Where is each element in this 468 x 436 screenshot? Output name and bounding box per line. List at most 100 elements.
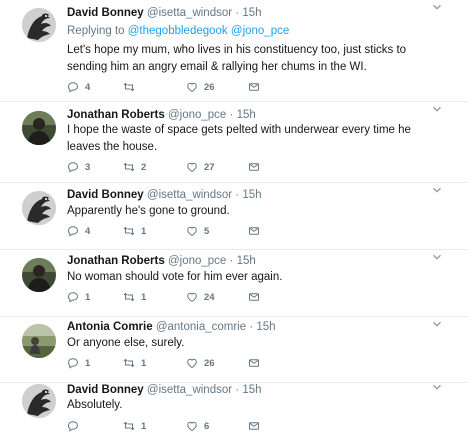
author-handle[interactable]: @isetta_windsor bbox=[147, 189, 232, 201]
reply-icon bbox=[67, 420, 79, 432]
reply-icon bbox=[67, 291, 79, 303]
heart-icon bbox=[186, 225, 198, 237]
avatar[interactable] bbox=[22, 384, 56, 418]
reply-icon bbox=[67, 81, 79, 93]
tweet-text: Apparently he's gone to ground. bbox=[67, 205, 230, 217]
author-name[interactable]: Jonathan Roberts bbox=[67, 255, 165, 267]
tweet-header: David Bonney @isetta_windsor · 15h bbox=[67, 188, 428, 203]
tweet-header: Jonathan Roberts @jono_pce · 15h bbox=[67, 108, 428, 123]
retweet-count: 2 bbox=[141, 161, 147, 173]
envelope-icon bbox=[248, 291, 260, 303]
separator-dot: · bbox=[235, 384, 240, 396]
retweet-button[interactable] bbox=[123, 80, 141, 94]
timestamp[interactable]: 15h bbox=[242, 7, 261, 19]
retweet-button[interactable]: 1 bbox=[123, 224, 146, 238]
reply-button[interactable]: 3 bbox=[67, 160, 90, 174]
avatar[interactable] bbox=[22, 111, 56, 145]
avatar[interactable] bbox=[22, 8, 56, 42]
reply-button[interactable]: 4 bbox=[67, 224, 90, 238]
direct-message-button[interactable] bbox=[248, 419, 260, 433]
avatar[interactable] bbox=[22, 324, 56, 358]
reply-button[interactable] bbox=[67, 419, 85, 433]
separator-dot: · bbox=[235, 7, 240, 19]
timestamp[interactable]: 15h bbox=[237, 255, 256, 267]
reply-count: 3 bbox=[85, 161, 91, 173]
tweet-actions: 3 2 27 bbox=[67, 160, 287, 174]
tweet-text: Absolutely. bbox=[67, 399, 123, 411]
retweet-button[interactable]: 1 bbox=[123, 419, 146, 433]
envelope-icon bbox=[248, 161, 260, 173]
retweet-icon bbox=[123, 420, 135, 432]
retweet-count: 1 bbox=[141, 420, 147, 432]
chevron-down-icon[interactable] bbox=[432, 252, 442, 262]
author-name[interactable]: David Bonney bbox=[67, 384, 144, 396]
like-button[interactable]: 24 bbox=[186, 290, 215, 304]
direct-message-button[interactable] bbox=[248, 290, 260, 304]
direct-message-button[interactable] bbox=[248, 160, 260, 174]
like-count: 27 bbox=[204, 161, 215, 173]
retweet-count: 1 bbox=[141, 225, 147, 237]
author-name[interactable]: Jonathan Roberts bbox=[67, 109, 165, 121]
author-handle[interactable]: @isetta_windsor bbox=[147, 7, 232, 19]
chevron-down-icon[interactable] bbox=[432, 185, 442, 195]
tweet-text: Or anyone else, surely. bbox=[67, 337, 185, 349]
author-handle[interactable]: @antonia_comrie bbox=[156, 321, 246, 333]
like-button[interactable]: 5 bbox=[186, 224, 209, 238]
separator-dot: · bbox=[229, 109, 234, 121]
avatar[interactable] bbox=[22, 258, 56, 292]
author-name[interactable]: Antonia Comrie bbox=[67, 321, 153, 333]
avatar[interactable] bbox=[22, 191, 56, 225]
like-button[interactable]: 6 bbox=[186, 419, 209, 433]
direct-message-button[interactable] bbox=[248, 80, 260, 94]
retweet-icon bbox=[123, 81, 135, 93]
like-button[interactable]: 26 bbox=[186, 356, 215, 370]
tweet[interactable]: David Bonney @isetta_windsor · 15h Absol… bbox=[0, 383, 468, 436]
like-button[interactable]: 26 bbox=[186, 80, 215, 94]
reply-button[interactable]: 1 bbox=[67, 356, 90, 370]
heart-icon bbox=[186, 357, 198, 369]
mention-link[interactable]: @jono_pce bbox=[231, 25, 289, 37]
tweet[interactable]: Jonathan Roberts @jono_pce · 15h No woma… bbox=[0, 250, 468, 316]
tweet[interactable]: David Bonney @isetta_windsor · 15h Appar… bbox=[0, 183, 468, 249]
timestamp[interactable]: 15h bbox=[256, 321, 275, 333]
retweet-count: 1 bbox=[141, 357, 147, 369]
author-name[interactable]: David Bonney bbox=[67, 189, 144, 201]
chevron-down-icon[interactable] bbox=[432, 319, 442, 329]
reply-count: 4 bbox=[85, 81, 91, 93]
author-handle[interactable]: @jono_pce bbox=[168, 109, 226, 121]
timestamp[interactable]: 15h bbox=[237, 109, 256, 121]
tweet[interactable]: David Bonney @isetta_windsor · 15h Reply… bbox=[0, 0, 468, 101]
envelope-icon bbox=[248, 225, 260, 237]
tweet-actions: 1 1 24 bbox=[67, 290, 287, 304]
like-count: 26 bbox=[204, 357, 215, 369]
retweet-button[interactable]: 1 bbox=[123, 290, 146, 304]
retweet-button[interactable]: 2 bbox=[123, 160, 146, 174]
timestamp[interactable]: 15h bbox=[242, 384, 261, 396]
reply-count: 1 bbox=[85, 357, 91, 369]
tweet-text: Let's hope my mum, who lives in his cons… bbox=[67, 44, 407, 73]
reply-button[interactable]: 1 bbox=[67, 290, 90, 304]
heart-icon bbox=[186, 161, 198, 173]
mention-link[interactable]: @thegobbledegook bbox=[128, 25, 228, 37]
reply-icon bbox=[67, 161, 79, 173]
tweet[interactable]: Jonathan Roberts @jono_pce · 15h I hope … bbox=[0, 102, 468, 182]
separator-dot: · bbox=[235, 189, 240, 201]
chevron-down-icon[interactable] bbox=[432, 382, 442, 392]
author-handle[interactable]: @jono_pce bbox=[168, 255, 226, 267]
tweet-text: I hope the waste of space gets pelted wi… bbox=[67, 124, 411, 153]
chevron-down-icon[interactable] bbox=[432, 104, 442, 114]
like-button[interactable]: 27 bbox=[186, 160, 215, 174]
heart-icon bbox=[186, 81, 198, 93]
tweet[interactable]: Antonia Comrie @antonia_comrie · 15h Or … bbox=[0, 317, 468, 382]
chevron-down-icon[interactable] bbox=[432, 2, 442, 12]
reply-button[interactable]: 4 bbox=[67, 80, 90, 94]
timestamp[interactable]: 15h bbox=[242, 189, 261, 201]
tweet-header: David Bonney @isetta_windsor · 15h bbox=[67, 383, 428, 398]
direct-message-button[interactable] bbox=[248, 356, 260, 370]
author-handle[interactable]: @isetta_windsor bbox=[147, 384, 232, 396]
retweet-button[interactable]: 1 bbox=[123, 356, 146, 370]
tweet-actions: 4 26 bbox=[67, 80, 287, 94]
direct-message-button[interactable] bbox=[248, 224, 260, 238]
tweet-header: David Bonney @isetta_windsor · 15h bbox=[67, 6, 428, 21]
author-name[interactable]: David Bonney bbox=[67, 7, 144, 19]
